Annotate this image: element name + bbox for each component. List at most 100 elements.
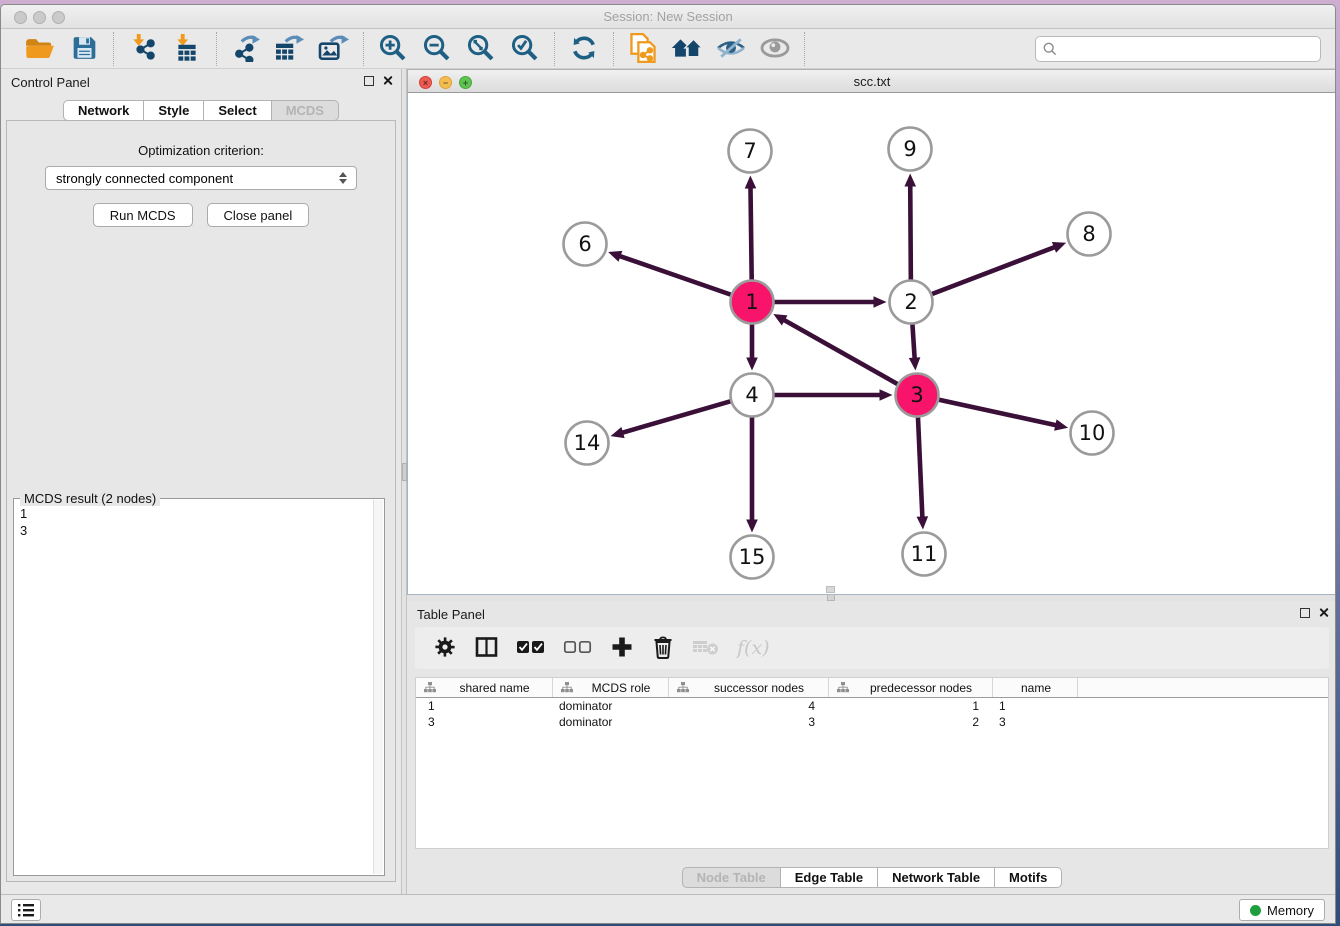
network-graph[interactable]: 7 9 6 8 1 2 4 3 14 10 15 11 [408, 93, 1336, 593]
refresh-view-icon [569, 34, 599, 65]
tab-select[interactable]: Select [204, 100, 271, 121]
column-header-predecessor-nodes[interactable]: predecessor nodes [829, 678, 993, 697]
list-icon [18, 903, 34, 917]
close-panel-button[interactable]: Close panel [207, 203, 310, 227]
task-history-button[interactable] [11, 899, 41, 921]
graph-node-15[interactable]: 15 [731, 536, 774, 579]
splitter-grip[interactable] [827, 594, 835, 601]
edge-3-11[interactable] [918, 417, 922, 518]
graph-node-7[interactable]: 7 [729, 130, 772, 173]
tab-motifs[interactable]: Motifs [995, 867, 1062, 888]
open-session-button[interactable] [21, 33, 59, 65]
cell-predecessor-nodes[interactable]: 2 [829, 714, 993, 730]
edge-1-7[interactable] [750, 186, 751, 279]
graph-node-14[interactable]: 14 [566, 422, 609, 465]
edge-2-9[interactable] [910, 184, 911, 279]
search-icon [1043, 42, 1057, 56]
window-title: Session: New Session [1, 9, 1335, 24]
node-label: 7 [743, 139, 756, 163]
criterion-value: strongly connected component [56, 171, 336, 186]
graph-node-9[interactable]: 9 [889, 128, 932, 171]
show-graphics-details-button[interactable] [756, 33, 794, 65]
delete-row-trash-button[interactable] [651, 634, 675, 662]
hide-graphics-details-button[interactable] [712, 33, 750, 65]
node-label: 4 [745, 383, 758, 407]
column-layout-button[interactable] [474, 634, 499, 662]
edge-arrowhead [909, 357, 921, 370]
result-scrollbar[interactable] [373, 500, 383, 874]
export-table-button[interactable] [271, 33, 309, 65]
tab-network[interactable]: Network [63, 100, 144, 121]
settings-gear-button[interactable] [433, 634, 457, 662]
cell-name[interactable]: 1 [993, 698, 1078, 714]
tab-network-table[interactable]: Network Table [878, 867, 995, 888]
table-row[interactable]: 3dominator323 [416, 714, 1328, 730]
delete-row-trash-icon [652, 635, 674, 662]
zoom-in-button[interactable] [374, 33, 412, 65]
cell-successor-nodes[interactable]: 4 [669, 698, 829, 714]
node-table[interactable]: shared nameMCDS rolesuccessor nodesprede… [415, 677, 1329, 849]
column-header-MCDS-role[interactable]: MCDS role [553, 678, 669, 697]
table-row[interactable]: 1dominator411 [416, 698, 1328, 714]
edge-3-10[interactable] [939, 400, 1057, 426]
copy-network-view-button[interactable] [624, 33, 662, 65]
home-view-button[interactable] [668, 33, 706, 65]
float-panel-icon[interactable] [364, 76, 374, 86]
graph-node-8[interactable]: 8 [1068, 213, 1111, 256]
save-session-button[interactable] [65, 33, 103, 65]
edge-2-3[interactable] [912, 324, 914, 359]
graph-node-10[interactable]: 10 [1071, 412, 1114, 455]
cell-shared-name[interactable]: 3 [416, 714, 553, 730]
zoom-out-button[interactable] [418, 33, 456, 65]
add-row-plus-button[interactable] [610, 634, 634, 662]
cell-successor-nodes[interactable]: 3 [669, 714, 829, 730]
graph-node-11[interactable]: 11 [903, 533, 946, 576]
criterion-dropdown[interactable]: strongly connected component [45, 166, 357, 190]
import-table-button[interactable] [168, 33, 206, 65]
search-input[interactable] [1062, 39, 1320, 59]
edge-3-1[interactable] [783, 319, 897, 384]
table-toolbar: f(x) [415, 627, 1329, 669]
graph-node-3[interactable]: 3 [896, 374, 939, 417]
refresh-view-button[interactable] [565, 33, 603, 65]
memory-button[interactable]: Memory [1239, 899, 1325, 921]
tab-mcds[interactable]: MCDS [272, 100, 339, 121]
cell-MCDS-role[interactable]: dominator [553, 698, 669, 714]
zoom-selected-button[interactable] [506, 33, 544, 65]
import-network-button[interactable] [124, 33, 162, 65]
zoom-fit-content-button[interactable] [462, 33, 500, 65]
edge-2-8[interactable] [932, 247, 1056, 294]
export-image-button[interactable] [315, 33, 353, 65]
column-header-successor-nodes[interactable]: successor nodes [669, 678, 829, 697]
mcds-result-list[interactable]: 1 3 [16, 501, 372, 873]
table-panel-header: Table Panel [407, 601, 1336, 627]
tab-edge-table[interactable]: Edge Table [781, 867, 878, 888]
cell-shared-name[interactable]: 1 [416, 698, 553, 714]
tab-node-table[interactable]: Node Table [682, 867, 781, 888]
tab-style[interactable]: Style [144, 100, 204, 121]
deselect-all-checkbox-button[interactable] [563, 634, 593, 662]
column-header-shared-name[interactable]: shared name [416, 678, 553, 697]
close-panel-icon[interactable] [1318, 607, 1329, 618]
search-box[interactable] [1035, 36, 1321, 62]
edge-4-14[interactable] [621, 401, 730, 433]
cell-name[interactable]: 3 [993, 714, 1078, 730]
export-network-button[interactable] [227, 33, 265, 65]
select-all-checkbox-button[interactable] [516, 634, 546, 662]
column-header-name[interactable]: name [993, 678, 1078, 697]
graph-node-1[interactable]: 1 [731, 281, 774, 324]
edge-1-6[interactable] [619, 256, 731, 295]
control-panel-tabs: NetworkStyleSelectMCDS [1, 100, 401, 121]
close-panel-icon[interactable] [382, 75, 393, 86]
graph-node-4[interactable]: 4 [731, 374, 774, 417]
graph-node-6[interactable]: 6 [564, 223, 607, 266]
delete-table-icon [692, 637, 720, 660]
float-panel-icon[interactable] [1300, 608, 1310, 618]
cell-predecessor-nodes[interactable]: 1 [829, 698, 993, 714]
canvas-scroll-thumb[interactable] [826, 586, 835, 593]
cell-MCDS-role[interactable]: dominator [553, 714, 669, 730]
network-canvas[interactable]: 7 9 6 8 1 2 4 3 14 10 15 11 [407, 93, 1336, 595]
graph-node-2[interactable]: 2 [890, 281, 933, 324]
run-mcds-button[interactable]: Run MCDS [93, 203, 193, 227]
control-panel: Control Panel NetworkStyleSelectMCDS Opt… [1, 69, 401, 896]
